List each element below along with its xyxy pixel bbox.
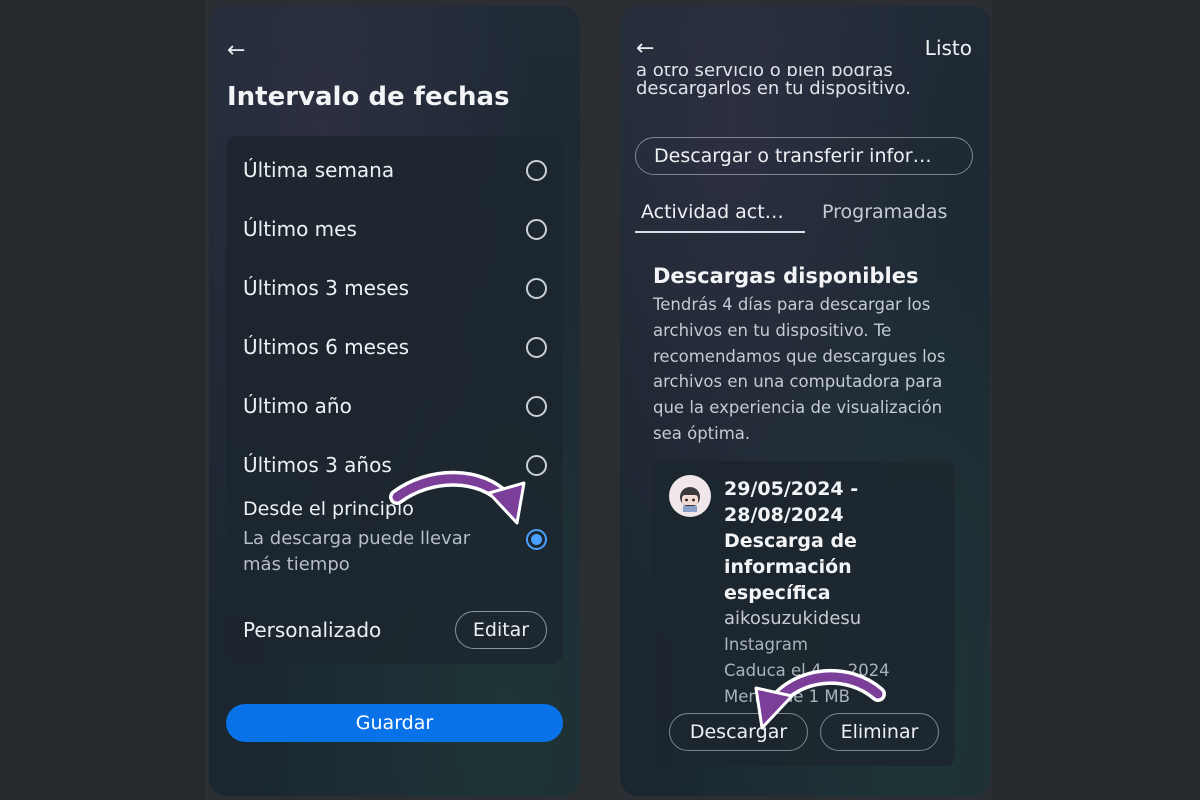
option-label: Último mes — [243, 217, 357, 241]
option-label: Últimos 3 meses — [243, 276, 410, 300]
radio-button[interactable] — [526, 336, 547, 358]
section-description: Tendrás 4 días para descargar los archiv… — [653, 295, 946, 443]
radio-button[interactable] — [526, 277, 547, 299]
username: aikosuzukidesu — [724, 608, 862, 629]
option-last-month[interactable]: Último mes — [243, 209, 547, 249]
download-button[interactable]: Descargar — [669, 713, 808, 751]
option-sublabel: La descarga puede llevar más tiempo — [243, 528, 471, 575]
download-name: Descarga de información específica — [724, 530, 857, 604]
option-last-week[interactable]: Última semana — [243, 150, 547, 190]
date-range-screen: ← Intervalo de fechas Última semana Últi… — [209, 6, 580, 796]
radio-button[interactable] — [526, 218, 547, 240]
done-button[interactable]: Listo — [925, 36, 972, 60]
radio-button-selected[interactable] — [526, 529, 547, 550]
intro-text-cut-line: a otro servicio o bien podrás — [636, 66, 911, 76]
radio-button[interactable] — [526, 159, 547, 181]
right-margin — [992, 0, 1200, 800]
radio-button[interactable] — [526, 454, 547, 476]
download-or-transfer-button[interactable]: Descargar o transferir infor… — [635, 137, 973, 175]
delete-button[interactable]: Eliminar — [820, 713, 939, 751]
arrow-left-icon[interactable]: ← — [227, 38, 245, 63]
option-from-start[interactable]: Desde el principio La descarga puede lle… — [243, 498, 547, 578]
page-title: Intervalo de fechas — [227, 82, 510, 112]
arrow-left-icon[interactable]: ← — [636, 36, 654, 61]
option-label: Último año — [243, 394, 352, 418]
option-last-year[interactable]: Último año — [243, 386, 547, 426]
center-gutter — [581, 0, 618, 800]
file-size: Menos de 1 MB — [724, 687, 850, 706]
save-button[interactable]: Guardar — [226, 704, 563, 742]
section-title: Descargas disponibles — [653, 264, 919, 288]
option-label: Últimos 6 meses — [243, 335, 410, 359]
option-last-6-months[interactable]: Últimos 6 meses — [243, 327, 547, 367]
download-card: 29/05/2024 - 28/08/2024 Descarga de info… — [653, 461, 955, 766]
option-last-3-years[interactable]: Últimos 3 años — [243, 445, 547, 485]
platform: Instagram — [724, 635, 808, 654]
date-range: 29/05/2024 - 28/08/2024 — [724, 478, 859, 526]
tab-current-activity[interactable]: Actividad act… — [635, 201, 805, 233]
edit-button[interactable]: Editar — [455, 611, 547, 649]
intro-text-line: descargarlos en tu dispositivo. — [636, 78, 912, 99]
tab-scheduled[interactable]: Programadas — [822, 201, 947, 233]
option-label: Personalizado — [243, 618, 382, 642]
intro-text: a otro servicio o bien podrás descargarl… — [636, 66, 911, 116]
option-last-3-months[interactable]: Últimos 3 meses — [243, 268, 547, 308]
date-range-options: Última semana Último mes Últimos 3 meses… — [226, 136, 563, 664]
option-label: Última semana — [243, 158, 395, 182]
expiry-date: Caduca el 4 ... 2024 — [724, 661, 890, 680]
avatar — [669, 475, 711, 517]
left-margin — [0, 0, 205, 800]
radio-button[interactable] — [526, 395, 547, 417]
download-info-screen: ← Listo a otro servicio o bien podrás de… — [620, 6, 990, 796]
option-custom: Personalizado Editar — [243, 610, 547, 650]
option-label: Desde el principio — [243, 498, 414, 520]
option-label: Últimos 3 años — [243, 453, 392, 477]
